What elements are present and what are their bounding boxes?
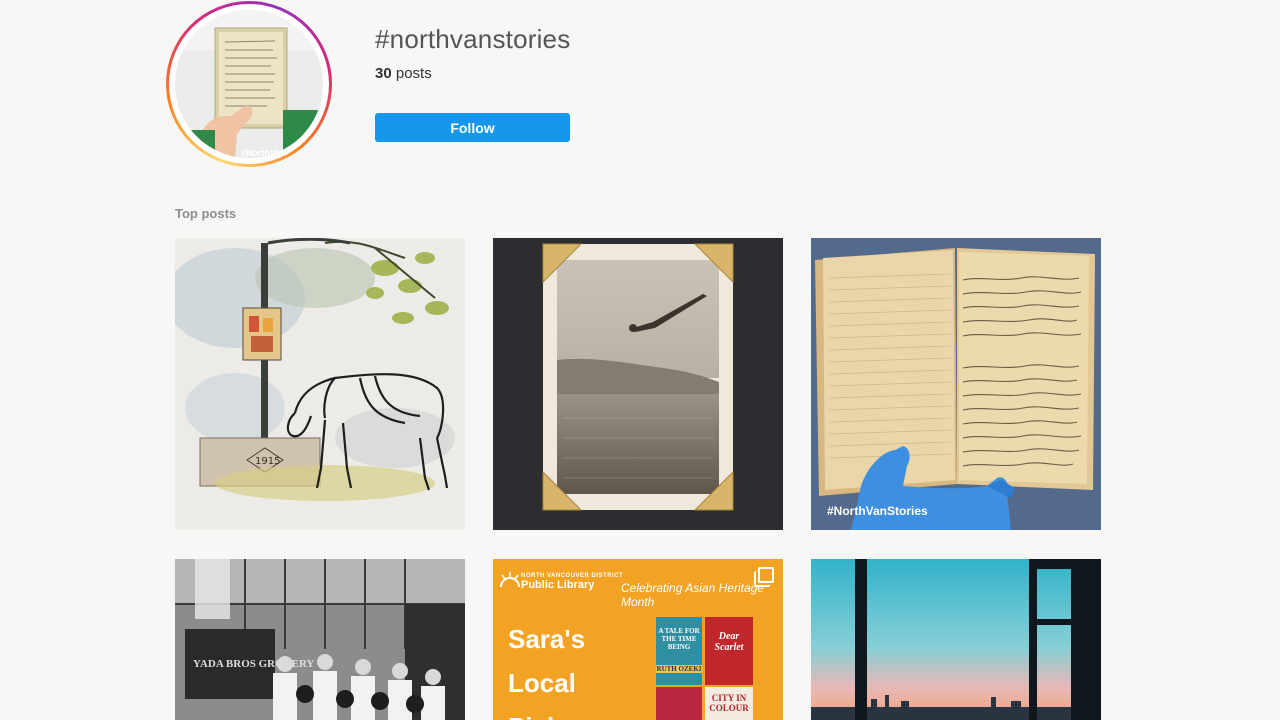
book-cover-tale: A TALE FOR THE TIME BEING RUTH OZEKI: [656, 617, 702, 685]
post-tile-sunset-window[interactable]: [811, 559, 1101, 720]
hashtag-avatar-ring: #NorthVan: [166, 1, 332, 167]
multi-photo-icon: [758, 567, 774, 583]
post-tile-handwritten-journal[interactable]: #NorthVanStories: [811, 238, 1101, 530]
top-posts-heading: Top posts: [175, 206, 237, 221]
post-count-label: posts: [395, 65, 432, 82]
hashtag-title: #northvanstories: [375, 24, 571, 54]
svg-text:1915: 1915: [255, 456, 280, 467]
post-caption: #NorthVanStories: [827, 504, 928, 518]
library-logo-icon: [500, 572, 520, 588]
post-tile-vintage-diver[interactable]: [493, 238, 783, 530]
svg-text:#NorthVan: #NorthVan: [241, 148, 286, 158]
library-logo-text: NORTH VANCOUVER DISTRICT Public Library: [521, 573, 624, 591]
hashtag-avatar[interactable]: #NorthVan: [175, 10, 323, 158]
library-post-title: Sara's Local Picks: [508, 624, 586, 720]
book-cover-city-in-colour: CITY IN COLOUR: [705, 687, 753, 720]
library-month-banner: Celebrating Asian Heritage Month: [621, 581, 764, 609]
post-count: 30 posts: [375, 65, 432, 82]
follow-button[interactable]: Follow: [375, 113, 570, 142]
post-count-number: 30: [375, 65, 392, 82]
post-tile-library-picks[interactable]: NORTH VANCOUVER DISTRICT Public Library …: [493, 559, 783, 720]
post-tile-yada-bros-grocery[interactable]: YADA BROS GROCERY: [175, 559, 465, 720]
post-tile-watercolor-horse[interactable]: 1915: [175, 238, 465, 530]
book-cover-dear-scarlet: Dear Scarlet: [705, 617, 753, 685]
book-cover-red: [656, 687, 702, 720]
svg-text:YADA BROS GROCERY: YADA BROS GROCERY: [193, 658, 315, 670]
